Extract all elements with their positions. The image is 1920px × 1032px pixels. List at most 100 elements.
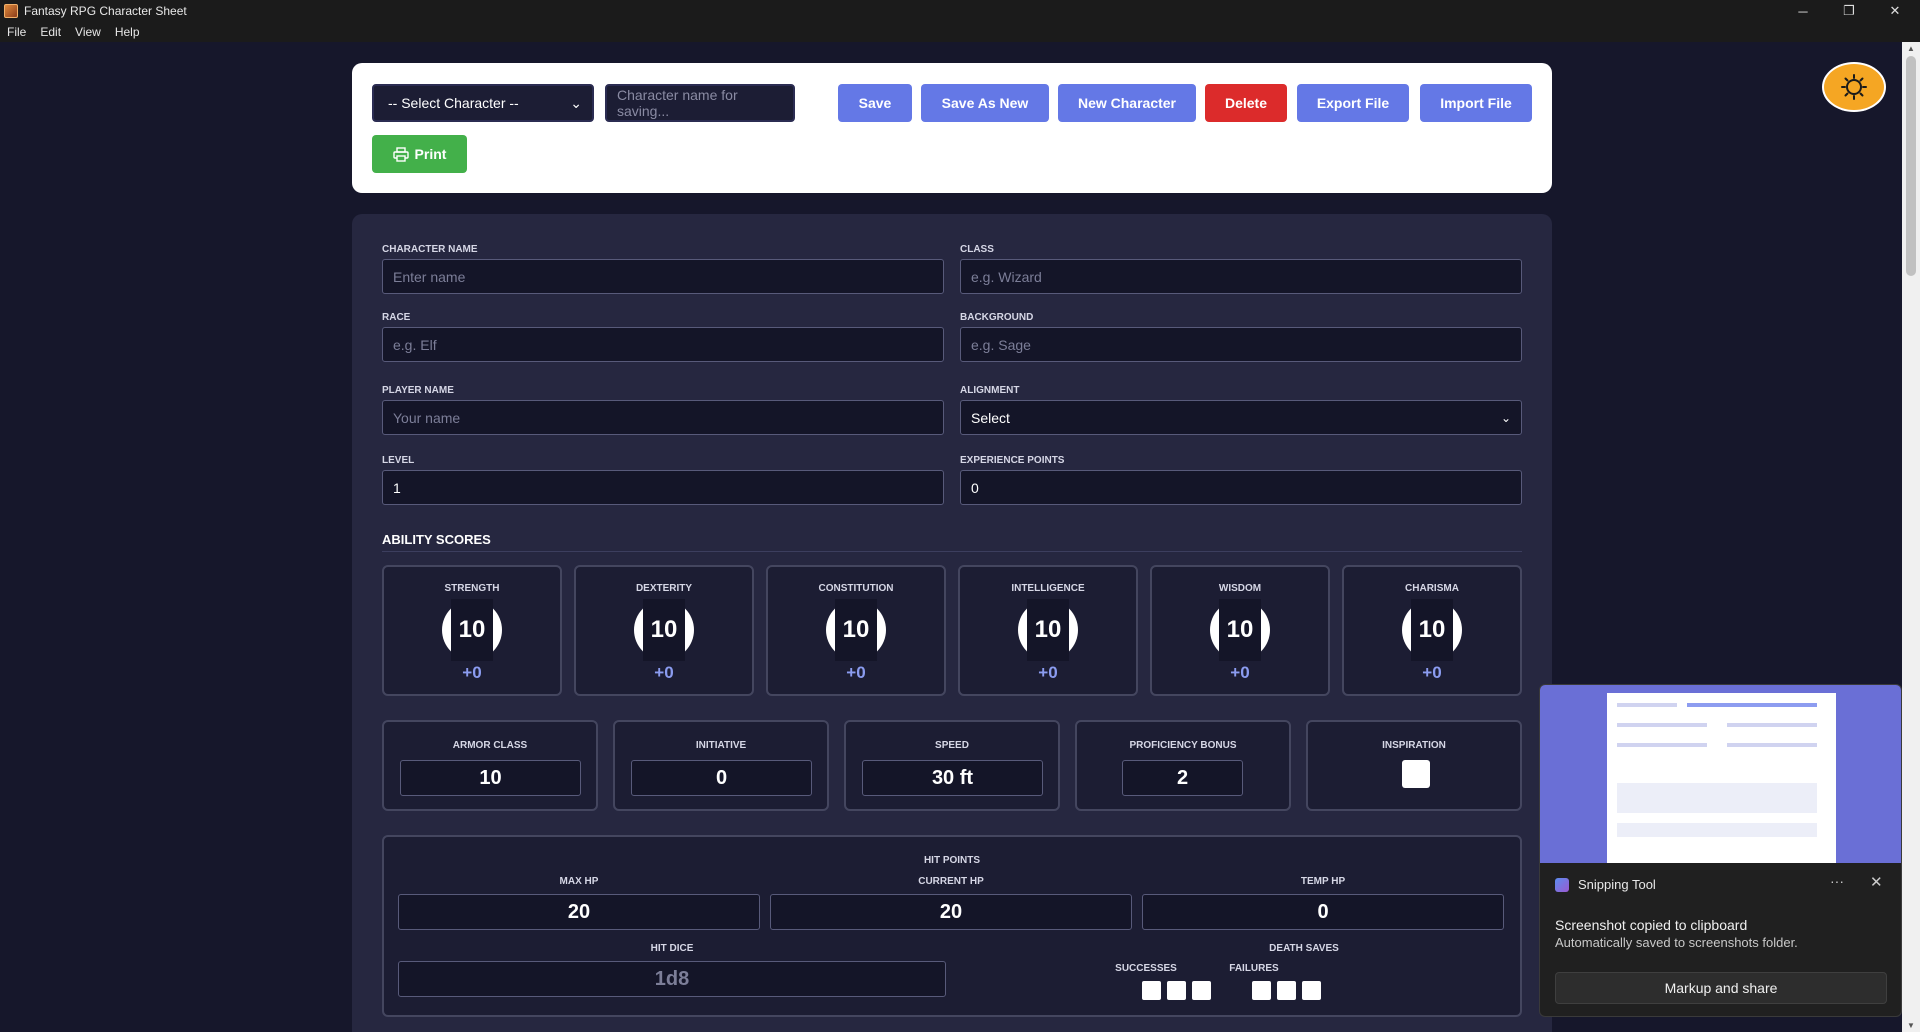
toast-detail: Automatically saved to screenshots folde… bbox=[1555, 935, 1798, 950]
ability-modifier: +0 bbox=[846, 663, 866, 682]
screenshot-thumbnail[interactable] bbox=[1540, 685, 1901, 863]
delete-button[interactable]: Delete bbox=[1205, 84, 1287, 122]
import-file-button[interactable]: Import File bbox=[1420, 84, 1532, 122]
death-save-success-checkbox[interactable] bbox=[1142, 981, 1161, 1000]
speed-input[interactable]: 30 ft bbox=[862, 760, 1043, 796]
scrollbar-thumb[interactable] bbox=[1906, 56, 1916, 276]
initiative-input[interactable]: 0 bbox=[631, 760, 812, 796]
ability-dexterity: DEXTERITY 10 +0 bbox=[574, 565, 754, 696]
speed-label: SPEED bbox=[935, 740, 969, 751]
menu-help[interactable]: Help bbox=[108, 25, 147, 39]
current-hp-label: CURRENT HP bbox=[918, 876, 984, 887]
chevron-down-icon: ⌄ bbox=[1500, 410, 1511, 425]
toast-app-name: Snipping Tool bbox=[1578, 877, 1656, 892]
background-input[interactable]: e.g. Sage bbox=[960, 327, 1522, 362]
character-name-label: Character Name bbox=[382, 244, 478, 255]
export-file-button[interactable]: Export File bbox=[1297, 84, 1409, 122]
inspiration-label: INSPIRATION bbox=[1382, 740, 1446, 751]
hit-dice-input[interactable]: 1d8 bbox=[398, 961, 946, 997]
minimize-button[interactable]: ─ bbox=[1780, 0, 1826, 22]
ability-charisma: CHARISMA 10 +0 bbox=[1342, 565, 1522, 696]
toast-message: Screenshot copied to clipboard bbox=[1555, 917, 1748, 933]
ability-name: STRENGTH bbox=[444, 583, 500, 594]
alignment-label: Alignment bbox=[960, 385, 1020, 396]
ability-modifier: +0 bbox=[462, 663, 482, 682]
ability-score-input[interactable]: 10 bbox=[643, 599, 685, 661]
ability-intelligence: INTELLIGENCE 10 +0 bbox=[958, 565, 1138, 696]
experience-input[interactable]: 0 bbox=[960, 470, 1522, 505]
ability-constitution: CONSTITUTION 10 +0 bbox=[766, 565, 946, 696]
print-label: Print bbox=[414, 146, 447, 162]
race-label: Race bbox=[382, 312, 411, 323]
initiative-label: INITIATIVE bbox=[695, 740, 747, 751]
ability-score-input[interactable]: 10 bbox=[451, 599, 493, 661]
markup-and-share-button[interactable]: Markup and share bbox=[1555, 972, 1887, 1004]
alignment-select[interactable]: Select ⌄ bbox=[960, 400, 1522, 435]
scroll-up-icon[interactable]: ▲ bbox=[1902, 44, 1920, 53]
print-button[interactable]: Print bbox=[372, 135, 467, 173]
chevron-down-icon: ⌄ bbox=[570, 94, 582, 111]
armor-class-box: ARMOR CLASS 10 bbox=[382, 720, 598, 811]
death-save-success-checkbox[interactable] bbox=[1192, 981, 1211, 1000]
ability-name: CHARISMA bbox=[1405, 583, 1459, 594]
printer-icon bbox=[392, 146, 409, 162]
class-input[interactable]: e.g. Wizard bbox=[960, 259, 1522, 294]
toast-header: Snipping Tool bbox=[1555, 877, 1656, 892]
hit-dice-label: HIT DICE bbox=[650, 943, 694, 954]
hit-points-title: HIT POINTS bbox=[923, 855, 981, 866]
save-name-input[interactable]: Character name for saving... bbox=[605, 84, 795, 122]
death-save-failure-checkbox[interactable] bbox=[1252, 981, 1271, 1000]
current-hp-input[interactable]: 20 bbox=[770, 894, 1132, 930]
theme-toggle-button[interactable] bbox=[1824, 64, 1884, 110]
death-save-failure-checkbox[interactable] bbox=[1277, 981, 1296, 1000]
close-icon: ✕ bbox=[1889, 3, 1901, 18]
ability-score-input[interactable]: 10 bbox=[1411, 599, 1453, 661]
alignment-value: Select bbox=[971, 409, 1010, 426]
temp-hp-input[interactable]: 0 bbox=[1142, 894, 1504, 930]
window-titlebar: Fantasy RPG Character Sheet ─ ❐ ✕ bbox=[0, 0, 1920, 22]
close-window-button[interactable]: ✕ bbox=[1872, 0, 1918, 22]
level-label: Level bbox=[382, 455, 415, 466]
new-character-button[interactable]: New Character bbox=[1058, 84, 1196, 122]
save-button[interactable]: Save bbox=[838, 84, 912, 122]
ability-score-input[interactable]: 10 bbox=[1219, 599, 1261, 661]
armor-class-input[interactable]: 10 bbox=[400, 760, 581, 796]
window-title: Fantasy RPG Character Sheet bbox=[24, 4, 187, 18]
initiative-box: INITIATIVE 0 bbox=[613, 720, 829, 811]
max-hp-input[interactable]: 20 bbox=[398, 894, 760, 930]
character-name-input[interactable]: Enter name bbox=[382, 259, 944, 294]
snipping-tool-notification[interactable]: Snipping Tool ··· ✕ Screenshot copied to… bbox=[1539, 684, 1902, 1017]
ability-name: INTELLIGENCE bbox=[1011, 583, 1085, 594]
death-save-success-checkbox[interactable] bbox=[1167, 981, 1186, 1000]
menu-file[interactable]: File bbox=[0, 25, 33, 39]
ability-modifier: +0 bbox=[1038, 663, 1058, 682]
proficiency-input[interactable]: 2 bbox=[1122, 760, 1243, 796]
vertical-scrollbar[interactable]: ▲ ▼ bbox=[1902, 42, 1920, 1032]
ability-modifier: +0 bbox=[654, 663, 674, 682]
menu-edit[interactable]: Edit bbox=[33, 25, 68, 39]
close-icon[interactable]: ✕ bbox=[1870, 873, 1883, 891]
menu-view[interactable]: View bbox=[68, 25, 108, 39]
level-input[interactable]: 1 bbox=[382, 470, 944, 505]
ability-score-input[interactable]: 10 bbox=[1027, 599, 1069, 661]
more-options-icon[interactable]: ··· bbox=[1830, 873, 1844, 889]
menu-bar: File Edit View Help bbox=[0, 22, 1920, 42]
restore-button[interactable]: ❐ bbox=[1826, 0, 1872, 22]
character-select[interactable]: -- Select Character -- ⌄ bbox=[372, 84, 594, 122]
failures-label: FAILURES bbox=[1229, 963, 1279, 974]
section-divider bbox=[382, 551, 1522, 552]
ability-score-input[interactable]: 10 bbox=[835, 599, 877, 661]
death-saves-label: DEATH SAVES bbox=[1269, 943, 1339, 954]
inspiration-checkbox[interactable] bbox=[1402, 760, 1430, 788]
race-input[interactable]: e.g. Elf bbox=[382, 327, 944, 362]
successes-label: SUCCESSES bbox=[1115, 963, 1177, 974]
snipping-tool-icon bbox=[1555, 877, 1569, 892]
max-hp-label: MAX HP bbox=[559, 876, 599, 887]
character-sheet: Character Name Enter name Class e.g. Wiz… bbox=[352, 214, 1552, 1032]
speed-box: SPEED 30 ft bbox=[844, 720, 1060, 811]
save-as-new-button[interactable]: Save As New bbox=[921, 84, 1049, 122]
scroll-down-icon[interactable]: ▼ bbox=[1902, 1021, 1920, 1030]
thumbnail-preview bbox=[1607, 693, 1836, 863]
death-save-failure-checkbox[interactable] bbox=[1302, 981, 1321, 1000]
player-name-input[interactable]: Your name bbox=[382, 400, 944, 435]
